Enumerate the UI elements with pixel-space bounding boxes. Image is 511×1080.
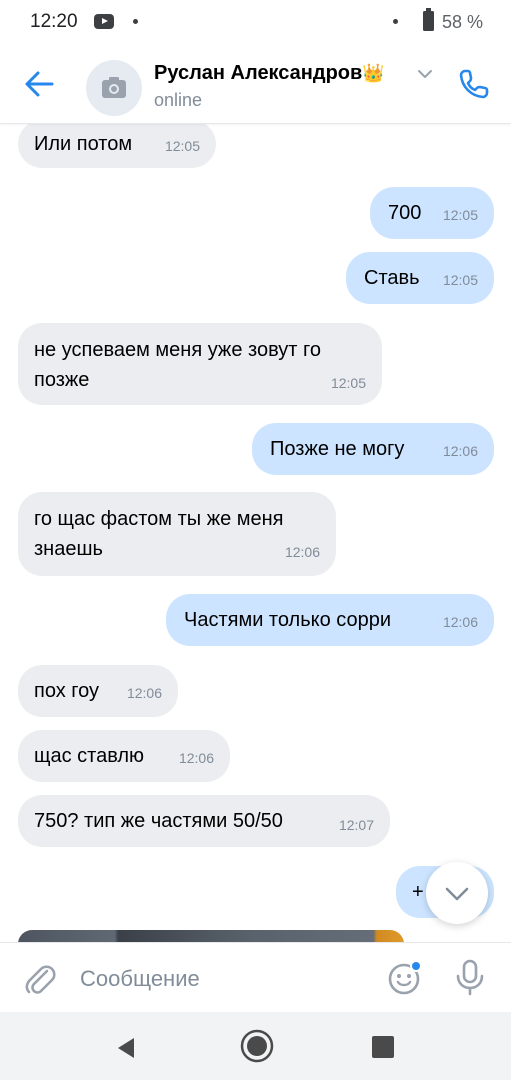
message-incoming[interactable]: Или потом 12:05 xyxy=(18,124,216,168)
voice-message-button[interactable] xyxy=(452,957,488,997)
phone-icon xyxy=(459,69,489,99)
message-text-line: позже xyxy=(34,369,90,391)
chevron-down-icon xyxy=(445,887,469,901)
message-text-line: не успеваем меня уже зовут го xyxy=(34,339,321,361)
message-input[interactable] xyxy=(80,963,370,995)
message-text: Ставь xyxy=(364,267,420,289)
nav-home-icon[interactable] xyxy=(239,1028,275,1064)
contact-name[interactable]: Руслан Александров👑 xyxy=(154,62,385,85)
signal-dot-icon xyxy=(393,19,398,24)
call-button[interactable] xyxy=(456,66,492,102)
message-time: 12:05 xyxy=(164,138,200,154)
microphone-icon xyxy=(456,959,484,996)
message-text: Или потом xyxy=(34,133,133,155)
scroll-down-button[interactable] xyxy=(426,862,488,924)
message-outgoing[interactable]: Частями только сорри 12:06 xyxy=(166,594,494,646)
message-text: щас ставлю xyxy=(34,745,145,767)
message-text: Частями только сорри xyxy=(184,609,392,631)
chevron-down-icon[interactable] xyxy=(415,66,435,82)
message-time: 12:06 xyxy=(442,614,478,630)
message-text-line: знаешь xyxy=(34,538,103,560)
message-time: 12:07 xyxy=(338,817,374,833)
message-text: пох гоу xyxy=(34,680,100,702)
battery-icon xyxy=(423,8,434,31)
smile-icon xyxy=(388,960,422,995)
message-outgoing[interactable]: Ставь 12:05 xyxy=(346,252,494,304)
contact-status: online xyxy=(154,90,203,110)
message-text-line: го щас фастом ты же меня xyxy=(34,508,284,530)
message-time: 12:06 xyxy=(178,750,214,766)
arrow-left-icon xyxy=(25,71,54,97)
avatar[interactable] xyxy=(86,60,142,116)
youtube-notification-icon xyxy=(94,14,114,29)
message-time: 12:05 xyxy=(442,272,478,288)
message-incoming[interactable]: пох гоу 12:06 xyxy=(18,665,178,717)
message-list[interactable]: Или потом 12:05 700 12:05 Ставь 12:05 не… xyxy=(0,124,511,948)
notification-dot-icon xyxy=(133,19,138,24)
battery-percent: 58 % xyxy=(442,12,484,32)
contact-name-text: Руслан Александров xyxy=(154,62,363,84)
attach-button[interactable] xyxy=(22,961,58,997)
camera-icon xyxy=(102,77,126,98)
message-outgoing[interactable]: 700 12:05 xyxy=(370,187,494,239)
message-outgoing[interactable]: Позже не могу 12:06 xyxy=(252,423,494,475)
message-time: 12:05 xyxy=(442,207,478,223)
emoji-button[interactable] xyxy=(386,959,424,997)
system-nav-bar xyxy=(0,1012,511,1080)
message-incoming[interactable]: го щас фастом ты же меня знаешь 12:06 xyxy=(18,492,336,576)
back-button[interactable] xyxy=(20,66,60,102)
message-time: 12:06 xyxy=(442,443,478,459)
message-time: 12:06 xyxy=(126,685,162,701)
paperclip-icon xyxy=(25,965,56,994)
message-incoming[interactable]: 750? тип же частями 50/50 12:07 xyxy=(18,795,390,847)
crown-emoji: 👑 xyxy=(362,63,385,83)
status-bar: 12:20 58 % xyxy=(0,0,511,46)
message-incoming[interactable]: щас ставлю 12:06 xyxy=(18,730,230,782)
nav-recents-icon[interactable] xyxy=(372,1036,394,1058)
message-time: 12:05 xyxy=(330,375,366,391)
message-text: Позже не могу xyxy=(270,438,405,460)
status-time: 12:20 xyxy=(30,11,78,32)
message-time: 12:06 xyxy=(284,544,320,560)
message-text: 750? тип же частями 50/50 xyxy=(34,810,283,832)
message-composer xyxy=(0,942,511,1012)
message-text: + xyxy=(412,881,424,903)
nav-back-icon[interactable] xyxy=(114,1036,138,1060)
message-text: 700 xyxy=(388,202,422,224)
message-incoming[interactable]: не успеваем меня уже зовут го позже 12:0… xyxy=(18,323,382,405)
chat-header: Руслан Александров👑 online xyxy=(0,46,511,124)
